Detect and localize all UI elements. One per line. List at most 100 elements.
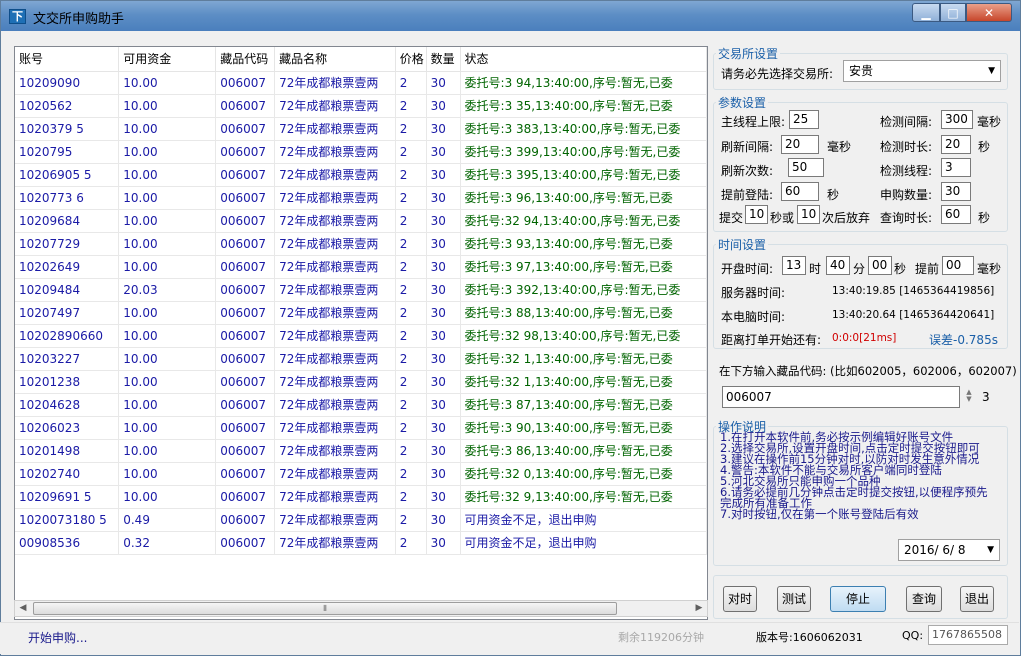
open-minute-input[interactable]: 40 (826, 256, 850, 275)
query-button[interactable]: 查询 (906, 586, 942, 612)
cell-code: 006007 (215, 531, 276, 555)
code-count-spinner[interactable]: ▲ ▼ (964, 389, 974, 405)
table-row[interactable]: 10209684 10.00 006007 72年成都粮票壹两 2 30 委托号:32 94… (15, 209, 707, 233)
title-bar: 下 文交所申购助手 ▁ □ ✕ (1, 1, 1020, 31)
cell-account: 10207497 (15, 301, 120, 325)
table-row[interactable]: 10206905 5 10.00 006007 72年成都粮票壹两 2 30 委托号:3 3… (15, 163, 707, 187)
cell-code: 006007 (215, 186, 276, 210)
table-row[interactable]: 10202740 10.00 006007 72年成都粮票壹两 2 30 委托号:32 0,… (15, 462, 707, 486)
countdown-value: 0:0:0[21ms] (832, 332, 897, 344)
chevron-down-icon: ▼ (988, 66, 995, 76)
main-thread-label: 主线程上限: (721, 115, 786, 129)
cell-account: 10209090 (15, 71, 120, 95)
cell-account: 1020073180 5 (15, 508, 120, 532)
table-row[interactable]: 1020073180 5 0.49 006007 72年成都粮票壹两 2 30 可用资金不足… (15, 508, 707, 532)
cell-funds: 20.03 (118, 278, 217, 302)
submit-seconds-input[interactable]: 10 (745, 205, 768, 224)
date-picker[interactable]: 2016/ 6/ 8 ▼ (898, 539, 1000, 561)
advance-input[interactable]: 00 (942, 256, 974, 275)
column-header[interactable]: 账号 (15, 47, 120, 72)
table-row[interactable]: 10204628 10.00 006007 72年成都粮票壹两 2 30 委托号:3 87,… (15, 393, 707, 417)
table-row[interactable]: 10203227 10.00 006007 72年成都粮票壹两 2 30 委托号:32 1,… (15, 347, 707, 371)
check-threads-input[interactable]: 3 (941, 158, 971, 177)
params-legend: 参数设置 (718, 96, 767, 110)
table-row[interactable]: 1020773 6 10.00 006007 72年成都粮票壹两 2 30 委托号:3 96… (15, 186, 707, 210)
status-bar: 开始申购... 剩余119206分钟 版本号:1606062031 QQ: 17… (0, 622, 1019, 654)
maximize-button[interactable]: □ (940, 3, 966, 22)
hour-unit: 时 (809, 262, 822, 276)
cell-code: 006007 (215, 140, 276, 164)
table-row[interactable]: 10202890660 10.00 006007 72年成都粮票壹两 2 30 委托号:32… (15, 324, 707, 348)
cell-status: 委托号:32 0,13:40:00,序号:暂无,已委 (460, 462, 707, 486)
column-header[interactable]: 状态 (460, 47, 707, 72)
cell-code: 006007 (215, 485, 276, 509)
cell-price: 2 (395, 347, 427, 371)
scroll-right-icon[interactable]: ▶ (691, 601, 707, 616)
qq-field[interactable]: 1767865508 (928, 625, 1008, 645)
cell-funds: 10.00 (118, 439, 217, 463)
table-row[interactable]: 10202649 10.00 006007 72年成都粮票壹两 2 30 委托号:3 97,… (15, 255, 707, 279)
table-row[interactable]: 1020795 10.00 006007 72年成都粮票壹两 2 30 委托号:3 399,… (15, 140, 707, 164)
main-thread-input[interactable]: 25 (789, 110, 819, 129)
refresh-interval-label: 刷新间隔: (721, 140, 774, 154)
purchase-qty-input[interactable]: 30 (941, 182, 971, 201)
cell-name: 72年成都粮票壹两 (274, 186, 396, 210)
local-time-label: 本电脑时间: (721, 310, 786, 324)
advance-unit: 毫秒 (977, 262, 1002, 276)
check-interval-input[interactable]: 300 (941, 110, 973, 129)
cell-funds: 10.00 (118, 117, 217, 141)
table-row[interactable]: 1020379 5 10.00 006007 72年成都粮票壹两 2 30 委托号:3 38… (15, 117, 707, 141)
table-row[interactable]: 10209691 5 10.00 006007 72年成都粮票壹两 2 30 委托号:32 … (15, 485, 707, 509)
table-row[interactable]: 10209090 10.00 006007 72年成都粮票壹两 2 30 委托号:3 94,… (15, 71, 707, 95)
account-grid[interactable]: 账号 可用资金 藏品代码 藏品名称 价格 数量 状态 10209090 10.00 006007… (14, 46, 708, 620)
minimize-button[interactable]: ▁ (912, 3, 940, 22)
window-controls: ▁ □ ✕ (912, 3, 1012, 23)
cell-status: 可用资金不足，退出申购 (460, 531, 707, 555)
column-header[interactable]: 藏品名称 (274, 47, 396, 72)
cell-qty: 30 (426, 462, 461, 486)
table-row[interactable]: 10209484 20.03 006007 72年成都粮票壹两 2 30 委托号:3 392… (15, 278, 707, 302)
table-row[interactable]: 10207497 10.00 006007 72年成都粮票壹两 2 30 委托号:3 88,… (15, 301, 707, 325)
cell-code: 006007 (215, 508, 276, 532)
cell-price: 2 (395, 232, 427, 256)
status-message: 开始申购... (28, 631, 88, 645)
account-table: 账号 可用资金 藏品代码 藏品名称 价格 数量 状态 10209090 10.00 006007… (15, 47, 707, 555)
refresh-interval-input[interactable]: 20 (781, 135, 819, 154)
exchange-select[interactable]: 安贵 ▼ (843, 60, 1001, 82)
code-input[interactable]: 006007 (722, 386, 960, 408)
exit-button[interactable]: 退出 (960, 586, 994, 612)
scroll-left-icon[interactable]: ◀ (15, 601, 31, 616)
table-row[interactable]: 10207729 10.00 006007 72年成都粮票壹两 2 30 委托号:3 93,… (15, 232, 707, 256)
table-row[interactable]: 10206023 10.00 006007 72年成都粮票壹两 2 30 委托号:3 90,… (15, 416, 707, 440)
spin-down-icon[interactable]: ▼ (964, 396, 974, 403)
close-button[interactable]: ✕ (966, 3, 1012, 22)
table-row[interactable]: 00908536 0.32 006007 72年成都粮票壹两 2 30 可用资金不足，退出申… (15, 531, 707, 555)
scroll-thumb[interactable]: ⦀ (33, 602, 617, 615)
query-duration-input[interactable]: 60 (941, 205, 971, 224)
stop-button[interactable]: 停止 (830, 586, 886, 612)
cell-price: 2 (395, 94, 427, 118)
table-row[interactable]: 10201238 10.00 006007 72年成都粮票壹两 2 30 委托号:32 1,… (15, 370, 707, 394)
refresh-count-input[interactable]: 50 (788, 158, 824, 177)
cell-name: 72年成都粮票壹两 (274, 324, 396, 348)
cell-name: 72年成都粮票壹两 (274, 301, 396, 325)
submit-times-input[interactable]: 10 (797, 205, 820, 224)
cell-account: 1020562 (15, 94, 120, 118)
cell-name: 72年成都粮票壹两 (274, 232, 396, 256)
open-second-input[interactable]: 00 (868, 256, 892, 275)
column-header[interactable]: 数量 (426, 47, 461, 72)
horizontal-scrollbar[interactable]: ◀ ⦀ ▶ (14, 600, 708, 617)
test-button[interactable]: 测试 (777, 586, 811, 612)
check-duration-input[interactable]: 20 (941, 135, 971, 154)
column-header[interactable]: 价格 (395, 47, 427, 72)
table-row[interactable]: 1020562 10.00 006007 72年成都粮票壹两 2 30 委托号:3 35,1… (15, 94, 707, 118)
cell-qty: 30 (426, 278, 461, 302)
column-header[interactable]: 藏品代码 (215, 47, 276, 72)
open-hour-input[interactable]: 13 (782, 256, 806, 275)
refresh-count-label: 刷新次数: (721, 164, 774, 178)
sync-time-button[interactable]: 对时 (723, 586, 757, 612)
column-header[interactable]: 可用资金 (118, 47, 217, 72)
early-login-input[interactable]: 60 (781, 182, 819, 201)
table-row[interactable]: 10201498 10.00 006007 72年成都粮票壹两 2 30 委托号:3 86,… (15, 439, 707, 463)
minute-unit: 分 (853, 262, 866, 276)
